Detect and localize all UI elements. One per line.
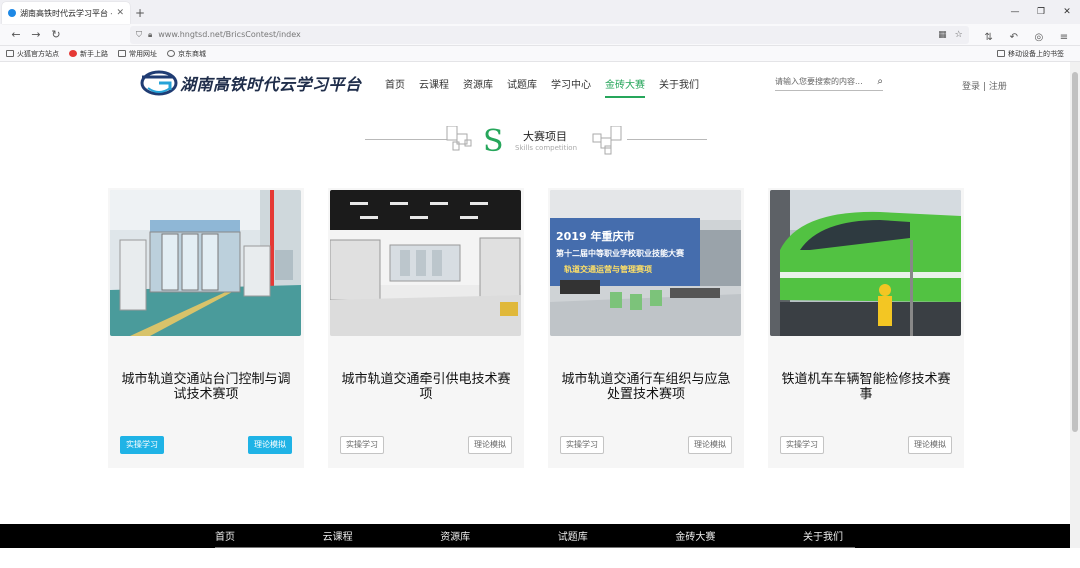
close-window-icon[interactable]: ✕ (1054, 0, 1080, 24)
minimize-icon[interactable]: — (1002, 0, 1028, 24)
site-header: 湖南高铁时代云学习平台 首页 云课程 资源库 试题库 学习中心 金砖大赛 关于我… (0, 62, 1070, 106)
tab-favicon-icon (8, 9, 16, 17)
window-controls: — ❐ ✕ (1002, 0, 1080, 24)
contest-photo[interactable] (110, 190, 301, 336)
register-link[interactable]: 注册 (989, 82, 1007, 92)
menu-icon[interactable]: ≡ (1054, 32, 1074, 43)
auth-separator: | (982, 82, 986, 92)
nav-learning-center[interactable]: 学习中心 (551, 76, 591, 98)
folder-icon (118, 50, 126, 57)
divider-line (627, 139, 707, 140)
contest-card[interactable]: 2019 年重庆市 第十二届中等职业学校职业技能大赛 轨道交通运营与管理赛项 城… (548, 188, 744, 468)
back-icon[interactable]: ← (6, 28, 26, 41)
footer-nav-about[interactable]: 关于我们 (803, 528, 843, 543)
browser-nav-bar: ← → ↻ ⛉ 🔒︎ www.hngtsd.net/BricsContest/i… (0, 24, 1080, 46)
deco-squares-icon (591, 125, 625, 156)
web-page: 湖南高铁时代云学习平台 首页 云课程 资源库 试题库 学习中心 金砖大赛 关于我… (0, 62, 1080, 548)
banner-line3: 轨道交通运营与管理赛项 (564, 264, 652, 274)
section-heading: S 大赛项目 Skills competition (365, 124, 707, 159)
auth-links: 登录 | 注册 (962, 79, 1007, 92)
banner-line1: 2019 年重庆市 (556, 229, 634, 243)
banner-line2: 第十二届中等职业学校职业技能大赛 (556, 248, 685, 258)
contest-cards: 城市轨道交通站台门控制与调试技术赛项 实操学习 理论模拟 城市轨道交通牵引供电技… (108, 188, 988, 468)
divider-line (365, 139, 447, 140)
nav-question-bank[interactable]: 试题库 (507, 76, 537, 98)
theory-button[interactable]: 理论模拟 (468, 436, 512, 454)
section-letter: S (483, 124, 504, 159)
globe-icon (167, 50, 175, 57)
bookmark-item[interactable]: 新手上路 (69, 49, 108, 59)
practice-button[interactable]: 实操学习 (120, 436, 164, 454)
practice-button[interactable]: 实操学习 (780, 436, 824, 454)
reader-icon[interactable]: ▦ (938, 30, 947, 40)
close-tab-icon[interactable]: ✕ (116, 8, 124, 18)
nav-home[interactable]: 首页 (385, 76, 405, 98)
forward-icon[interactable]: → (26, 28, 46, 41)
practice-button[interactable]: 实操学习 (340, 436, 384, 454)
contest-card[interactable]: 铁道机车车辆智能检修技术赛事 实操学习 理论模拟 (768, 188, 964, 468)
toolbar-right: ⇅ ↶ ◎ ≡ (979, 25, 1074, 44)
contest-title: 铁道机车车辆智能检修技术赛事 (781, 372, 951, 402)
bookmark-item[interactable]: 京东商城 (167, 49, 206, 59)
nav-about[interactable]: 关于我们 (659, 76, 699, 98)
bookmark-item[interactable]: 常用网址 (118, 49, 157, 59)
page-scrollbar[interactable] (1070, 62, 1080, 548)
reload-icon[interactable]: ↻ (46, 28, 66, 41)
site-logo[interactable]: 湖南高铁时代云学习平台 (140, 68, 362, 98)
section-title-en: Skills competition (515, 144, 578, 152)
theory-button[interactable]: 理论模拟 (248, 436, 292, 454)
contest-title: 城市轨道交通站台门控制与调试技术赛项 (121, 372, 291, 402)
footer-nav: 首页 云课程 资源库 试题库 金砖大赛 关于我们 (215, 524, 855, 548)
theory-button[interactable]: 理论模拟 (688, 436, 732, 454)
footer-nav-cloud-course[interactable]: 云课程 (323, 528, 353, 543)
theory-button[interactable]: 理论模拟 (908, 436, 952, 454)
bookmark-star-icon[interactable]: ☆ (955, 30, 963, 40)
shield-icon[interactable]: ⛉ (136, 30, 142, 40)
footer-nav-brics-contest[interactable]: 金砖大赛 (675, 528, 715, 543)
contest-card[interactable]: 城市轨道交通站台门控制与调试技术赛项 实操学习 理论模拟 (108, 188, 304, 468)
new-tab-icon[interactable]: + (130, 2, 150, 24)
mobile-icon (997, 50, 1005, 57)
logo-text: 湖南高铁时代云学习平台 (180, 75, 362, 94)
section-title-zh: 大赛项目 (523, 130, 567, 143)
search-input[interactable]: 请输入您要搜索的内容... (775, 76, 877, 87)
tab-title: 湖南高铁时代云学习平台 - 主页 (20, 8, 112, 18)
contest-title: 城市轨道交通牵引供电技术赛项 (341, 372, 511, 402)
deco-squares-icon (445, 125, 479, 156)
scrollbar-thumb[interactable] (1072, 72, 1078, 432)
contest-title: 城市轨道交通行车组织与应急处置技术赛项 (561, 372, 731, 402)
site-footer: 首页 云课程 资源库 试题库 金砖大赛 关于我们 (0, 524, 1080, 548)
search-icon[interactable]: ⌕ (877, 76, 883, 87)
nav-brics-contest[interactable]: 金砖大赛 (605, 76, 645, 98)
logo-mark-icon (140, 68, 178, 98)
practice-button[interactable]: 实操学习 (560, 436, 604, 454)
login-link[interactable]: 登录 (962, 82, 980, 92)
contest-photo[interactable] (330, 190, 521, 336)
nav-resources[interactable]: 资源库 (463, 76, 493, 98)
nav-cloud-course[interactable]: 云课程 (419, 76, 449, 98)
bookmark-item[interactable]: 火狐官方站点 (6, 49, 59, 59)
contest-card[interactable]: 城市轨道交通牵引供电技术赛项 实操学习 理论模拟 (328, 188, 524, 468)
folder-icon (6, 50, 14, 57)
contest-photo[interactable] (770, 190, 961, 336)
footer-nav-question-bank[interactable]: 试题库 (558, 528, 588, 543)
search-box[interactable]: 请输入您要搜索的内容... ⌕ (775, 73, 883, 91)
lock-icon[interactable]: 🔒︎ (148, 30, 152, 40)
browser-tab[interactable]: 湖南高铁时代云学习平台 - 主页 ✕ (2, 2, 130, 24)
footer-nav-home[interactable]: 首页 (215, 528, 235, 543)
browser-tab-bar: 湖南高铁时代云学习平台 - 主页 ✕ + — ❐ ✕ (0, 0, 1080, 24)
bookmarks-bar: 火狐官方站点 新手上路 常用网址 京东商城 移动设备上的书签 (0, 46, 1080, 62)
firefox-icon (69, 50, 77, 57)
url-text[interactable]: www.hngtsd.net/BricsContest/index (158, 30, 930, 39)
restore-icon[interactable]: ❐ (1028, 0, 1054, 24)
main-nav: 首页 云课程 资源库 试题库 学习中心 金砖大赛 关于我们 (385, 76, 713, 98)
footer-nav-resources[interactable]: 资源库 (440, 528, 470, 543)
undo-icon[interactable]: ↶ (1004, 32, 1024, 43)
address-bar[interactable]: ⛉ 🔒︎ www.hngtsd.net/BricsContest/index ▦… (130, 25, 969, 44)
contest-photo[interactable]: 2019 年重庆市 第十二届中等职业学校职业技能大赛 轨道交通运营与管理赛项 (550, 190, 741, 336)
mobile-bookmarks[interactable]: 移动设备上的书签 (997, 49, 1064, 59)
extension-icon[interactable]: ⇅ (979, 32, 999, 43)
account-icon[interactable]: ◎ (1029, 32, 1049, 43)
